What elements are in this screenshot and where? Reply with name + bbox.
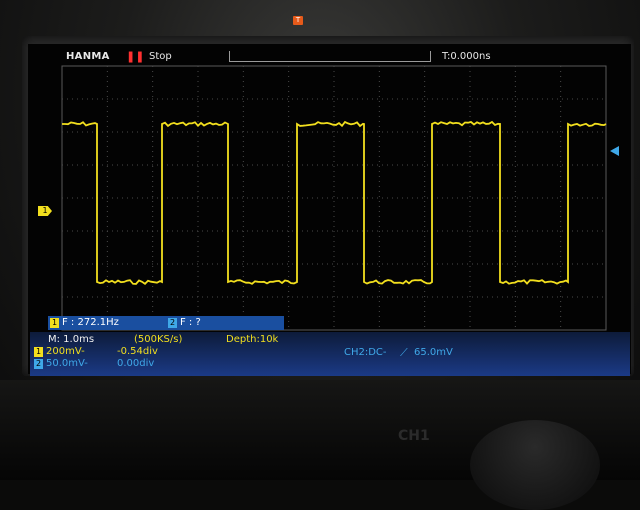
- memory-depth-readout: Depth:10k: [226, 334, 279, 345]
- memory-position-bar[interactable]: [229, 51, 431, 62]
- ch1-volts-per-div: 200mV-: [46, 346, 85, 357]
- trigger-level-marker[interactable]: [610, 146, 619, 156]
- run-state-label: Stop: [149, 51, 172, 62]
- device-label: CH1: [398, 428, 430, 444]
- ch2-vertical-offset: 0.00div: [117, 358, 155, 369]
- rising-edge-icon: ⟋: [400, 346, 408, 359]
- brand-logo: HANMA: [66, 51, 110, 62]
- timebase-readout: M: 1.0ms: [48, 334, 95, 345]
- measurement-bar: 1 F : 272.1Hz 2 F : ?: [48, 316, 284, 330]
- trigger-source-readout: CH2:DC-: [344, 347, 387, 358]
- graticule-border: [61, 65, 607, 331]
- ch1-frequency-readout: F : 272.1Hz: [62, 317, 119, 328]
- ch1-vertical-offset: -0.54div: [117, 346, 158, 357]
- ch2-frequency-readout: F : ?: [180, 317, 201, 328]
- trigger-level-readout: 65.0mV: [414, 347, 453, 358]
- stop-icon[interactable]: ❚❚: [126, 50, 144, 63]
- control-knob[interactable]: [470, 420, 600, 510]
- channel-info-bar: M: 1.0ms (500KS/s) Depth:10k 1 200mV- -0…: [30, 332, 630, 376]
- measure-ch1-badge: 1: [50, 318, 59, 328]
- trigger-position-marker[interactable]: T: [293, 16, 303, 25]
- ch2-badge: 2: [34, 359, 43, 369]
- horizontal-offset-readout: T:0.000ns: [442, 51, 491, 62]
- waveform-display: [61, 65, 607, 331]
- status-header: HANMA ❚❚ Stop T:0.000ns: [34, 48, 606, 66]
- sample-rate-readout: (500KS/s): [134, 334, 183, 345]
- graticule: [61, 65, 607, 331]
- measure-ch2-badge: 2: [168, 318, 177, 328]
- ch1-badge: 1: [34, 347, 43, 357]
- ch2-volts-per-div: 50.0mV-: [46, 358, 88, 369]
